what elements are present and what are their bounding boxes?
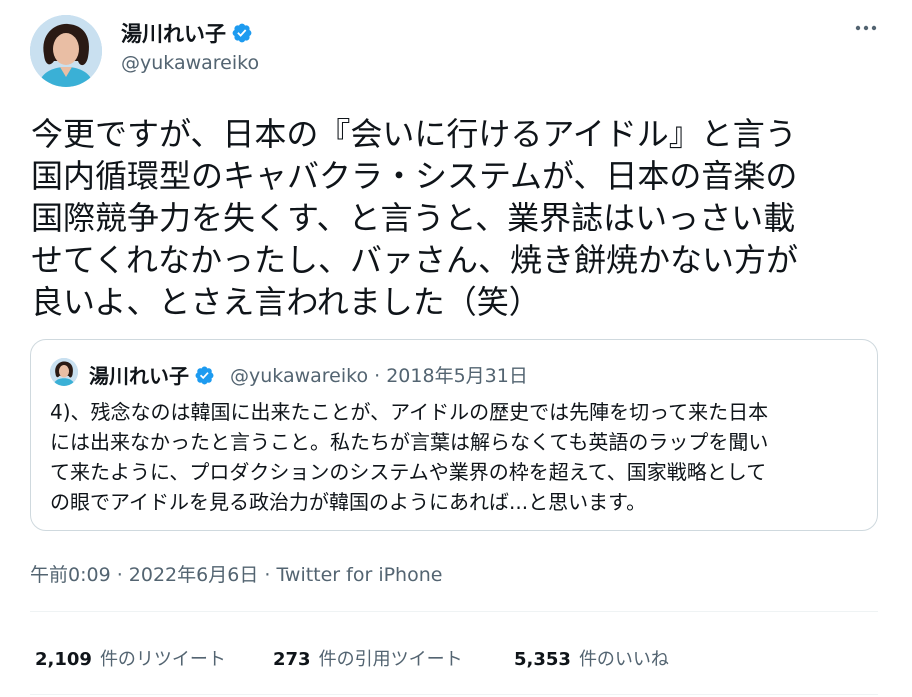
likes-stat[interactable]: 5,353 件のいいね [514,645,669,671]
retweets-label: 件のリツイート [99,649,226,670]
quotes-label: 件の引用ツイート [318,649,463,670]
verified-badge-icon [194,365,215,391]
likes-label: 件のいいね [578,649,669,670]
divider [30,611,878,612]
author-name-text[interactable]: 湯川れい子 [121,22,226,46]
verified-badge-icon [231,22,253,49]
tweet-text: 今更ですが、日本の『会いに行けるアイドル』と言う 国内循環型のキャバクラ・システ… [31,115,799,321]
author-avatar[interactable] [30,15,102,87]
time-date[interactable]: 午前0:09 · 2022年6月6日 · [30,564,276,586]
quotes-count: 273 [273,649,311,670]
quoted-author-name-text: 湯川れい子 [89,364,189,388]
likes-count: 5,353 [514,649,571,670]
retweets-stat[interactable]: 2,109 件のリツイート [35,645,226,671]
author-name[interactable]: 湯川れい子 [121,18,253,49]
quoted-author-avatar [50,358,78,386]
quoted-author-name: 湯川れい子 [89,360,215,391]
author-handle[interactable]: @yukawareiko [121,52,259,74]
quoted-handle-date: @yukawareiko · 2018年5月31日 [230,365,528,387]
divider [30,694,878,695]
quotes-stat[interactable]: 273 件の引用ツイート [273,645,463,671]
tweet-timestamp: 午前0:09 · 2022年6月6日 · Twitter for iPhone [30,560,442,587]
retweets-count: 2,109 [35,649,92,670]
more-options-icon[interactable] [852,14,880,42]
tweet-source[interactable]: Twitter for iPhone [276,564,442,586]
quoted-tweet-text: 4)、残念なのは韓国に出来たことが、アイドルの歴史では先陣を切って来た日本 には… [50,400,769,514]
